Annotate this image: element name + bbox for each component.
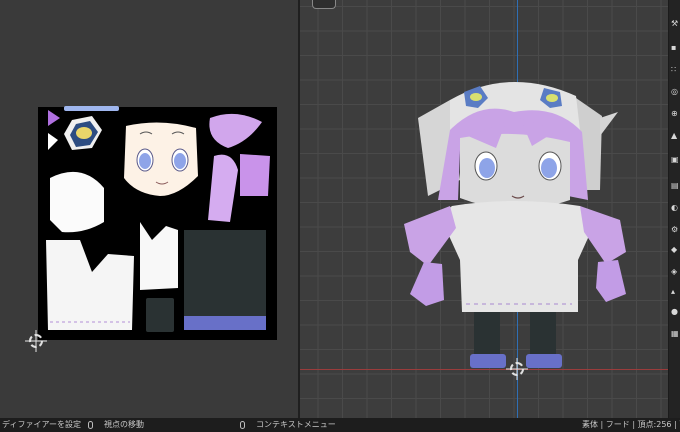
texture-icon[interactable]: ▤ [671, 182, 679, 190]
properties-tab-bar[interactable]: ⚒ ▪ ∷ ◎ ⊕ ▲ ▣ ▤ ◐ ⚙ ◆ ◈ ▴ ● ▦ [668, 0, 680, 418]
texture-leg-block [146, 298, 174, 332]
3d-cursor[interactable] [510, 362, 524, 376]
3d-viewport[interactable] [300, 0, 668, 418]
texture-skirt-panel [184, 230, 266, 316]
texture-hex-gem [76, 127, 92, 139]
status-bar: ディファイアーを設定 視点の移動 コンテキストメニュー 素体 | フード | 頂… [0, 418, 680, 432]
right-shoe [526, 354, 562, 368]
constraint-icon[interactable]: ⊕ [671, 110, 679, 118]
character-model[interactable] [300, 0, 668, 418]
texture-hair-right [240, 154, 270, 196]
scene-icon[interactable]: ▴ [671, 288, 679, 296]
mouse-right-icon [240, 418, 245, 432]
left-leg [474, 312, 500, 356]
uv-editor-panel[interactable] [0, 0, 298, 418]
view-layer-icon[interactable]: ◈ [671, 268, 679, 276]
output-icon[interactable]: ◆ [671, 246, 679, 254]
grid-icon[interactable]: ▦ [671, 330, 679, 338]
mouse-middle-icon [88, 418, 93, 432]
status-right-action: コンテキストメニュー [256, 420, 336, 429]
world-icon[interactable]: ◐ [671, 204, 679, 212]
particles-icon[interactable]: ∷ [671, 66, 679, 74]
wrench-icon[interactable]: ⚒ [671, 20, 679, 28]
texture-sleeve [50, 171, 104, 233]
data-icon[interactable]: ▲ [671, 132, 679, 140]
uv-texture-view[interactable] [0, 0, 298, 418]
shirt [440, 201, 598, 312]
uv-2d-cursor[interactable] [29, 334, 43, 348]
left-twintail [404, 206, 456, 266]
status-left-action: ディファイアーを設定 [2, 420, 81, 429]
status-middle-action: 視点の移動 [104, 420, 144, 429]
texture-eye-highlight-strip [64, 106, 119, 111]
object-icon[interactable]: ▪ [671, 44, 679, 52]
scene-statistics: 素体 | フード | 頂点:256 | 面 [582, 420, 680, 429]
render-icon[interactable]: ⚙ [671, 226, 679, 234]
material-icon[interactable]: ▣ [671, 156, 679, 164]
texture-shoe-strip [184, 316, 266, 330]
right-twintail [580, 206, 626, 264]
collection-icon[interactable]: ● [671, 308, 679, 316]
right-leg [530, 312, 556, 356]
physics-icon[interactable]: ◎ [671, 88, 679, 96]
left-shoe [470, 354, 506, 368]
